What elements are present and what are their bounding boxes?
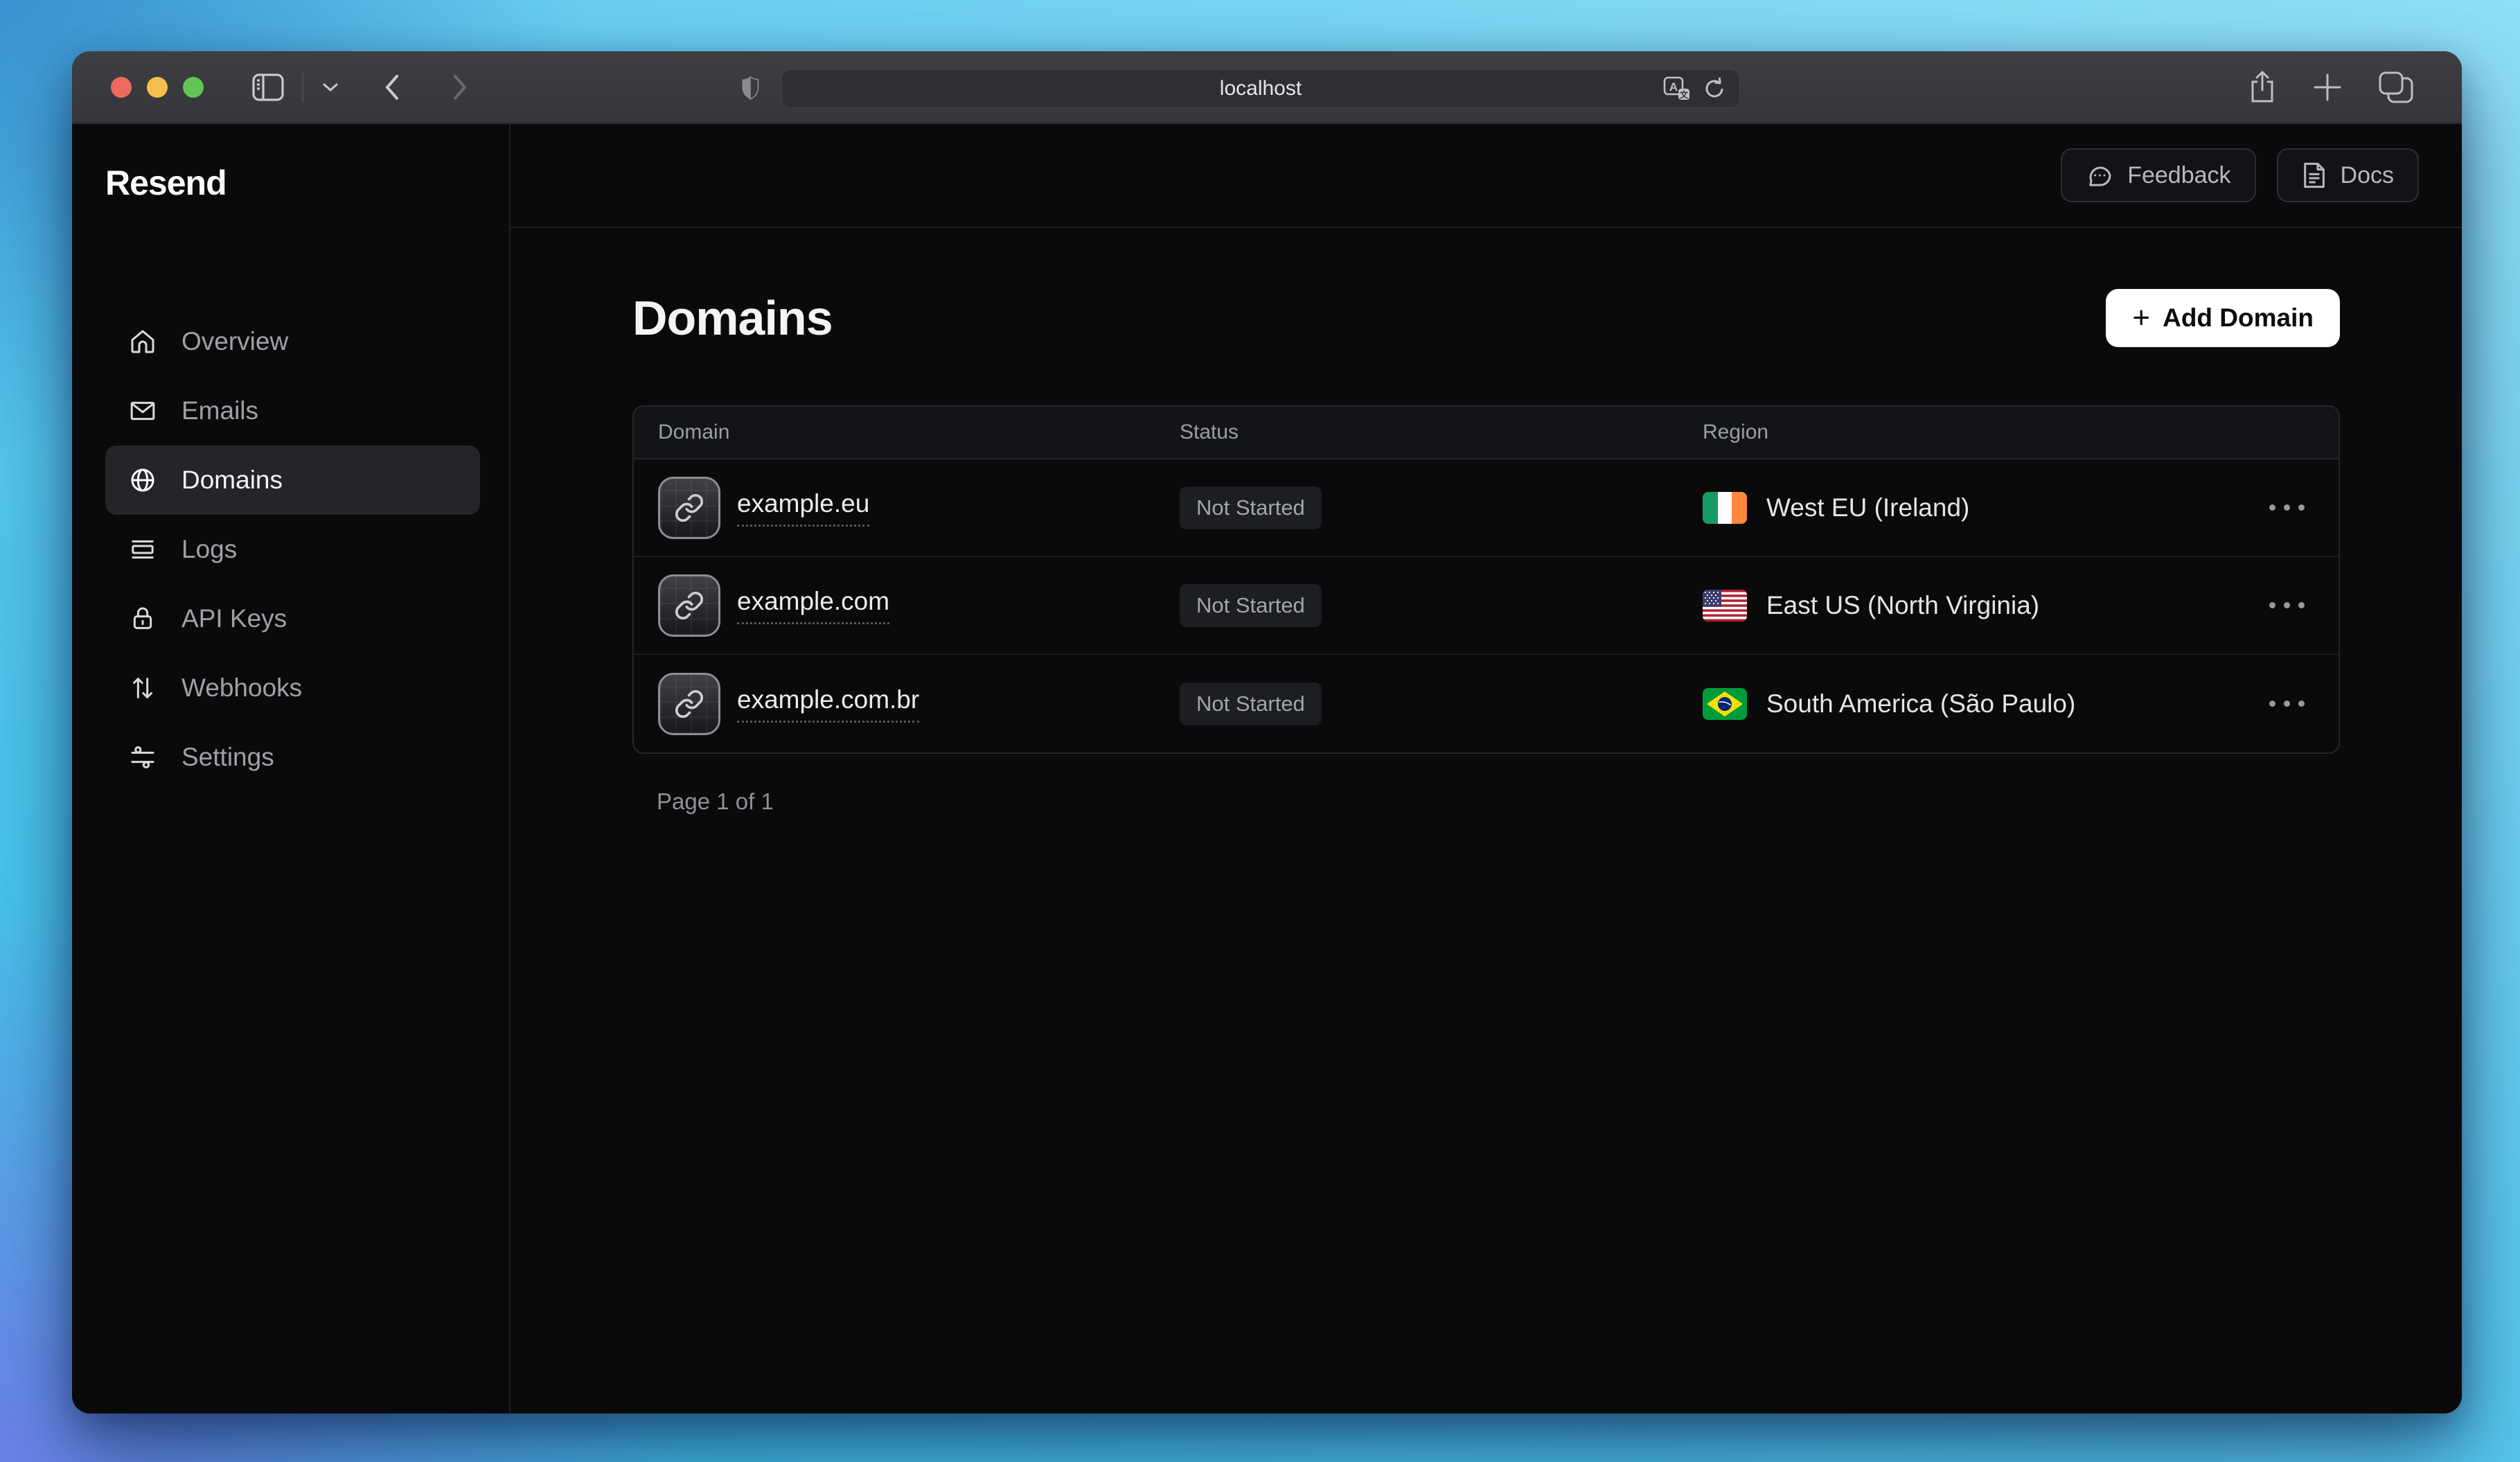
row-actions-button[interactable] — [2235, 504, 2339, 511]
sidebar-item-emails[interactable]: Emails — [105, 376, 480, 446]
table-row: example.com Not Started — [634, 557, 2339, 655]
pagination-label: Page 1 of 1 — [657, 789, 2340, 815]
plus-icon: + — [2132, 303, 2150, 333]
ellipsis-icon — [2269, 602, 2305, 608]
page-title: Domains — [632, 290, 833, 346]
flag-ireland-icon — [1703, 492, 1747, 524]
ellipsis-icon — [2269, 701, 2305, 707]
resend-app: Resend Overview Emails — [72, 124, 2462, 1413]
add-domain-button[interactable]: + Add Domain — [2106, 289, 2340, 347]
logs-icon — [129, 536, 157, 563]
table-header-row: Domain Status Region — [634, 407, 2339, 459]
domains-table: Domain Status Region example.eu Not Star… — [632, 405, 2340, 754]
sidebar-item-logs[interactable]: Logs — [105, 515, 480, 584]
address-bar[interactable]: localhost A 文 — [781, 69, 1740, 108]
row-actions-button[interactable] — [2235, 701, 2339, 707]
sidebar-item-label: API Keys — [181, 604, 287, 633]
column-header-domain: Domain — [658, 421, 1180, 444]
sidebar-item-webhooks[interactable]: Webhooks — [105, 653, 480, 723]
lock-icon — [129, 605, 157, 633]
domain-link[interactable]: example.eu — [737, 489, 869, 527]
tab-overview-icon[interactable] — [2379, 71, 2413, 103]
sidebar-toggle-icon[interactable] — [252, 73, 284, 101]
flag-us-icon — [1703, 590, 1747, 622]
domains-page: Domains + Add Domain Domain Status Regio… — [511, 228, 2462, 815]
zoom-window-button[interactable] — [183, 77, 204, 98]
close-window-button[interactable] — [111, 77, 132, 98]
minimize-window-button[interactable] — [147, 77, 168, 98]
docs-button[interactable]: Docs — [2277, 148, 2419, 202]
document-icon — [2302, 161, 2327, 189]
svg-text:A: A — [1669, 80, 1678, 94]
sidebar-nav: Overview Emails Domains — [105, 307, 480, 792]
main-header: Feedback Docs — [511, 124, 2462, 228]
feedback-bubble-icon — [2086, 161, 2113, 189]
docs-button-label: Docs — [2341, 162, 2394, 189]
forward-button[interactable] — [450, 72, 470, 103]
domain-link[interactable]: example.com.br — [737, 685, 919, 723]
sidebar-item-label: Overview — [181, 327, 288, 356]
traffic-lights — [111, 77, 204, 98]
sidebar-item-label: Logs — [181, 535, 237, 564]
main-area: Feedback Docs Domains + — [511, 124, 2462, 1413]
sidebar-item-overview[interactable]: Overview — [105, 307, 480, 376]
domain-link-tile[interactable] — [658, 574, 720, 637]
row-actions-button[interactable] — [2235, 602, 2339, 608]
sidebar: Resend Overview Emails — [72, 124, 511, 1413]
column-header-region: Region — [1703, 421, 2339, 444]
add-domain-button-label: Add Domain — [2163, 303, 2314, 333]
sidebar-item-label: Webhooks — [181, 673, 302, 703]
browser-toolbar: localhost A 文 — [72, 51, 2462, 124]
table-row: example.eu Not Started West EU (Ireland) — [634, 459, 2339, 557]
home-icon — [129, 328, 157, 355]
arrows-up-down-icon — [129, 674, 157, 702]
sidebar-item-label: Emails — [181, 396, 258, 425]
ellipsis-icon — [2269, 504, 2305, 511]
browser-window: localhost A 文 — [72, 51, 2462, 1413]
sidebar-item-settings[interactable]: Settings — [105, 723, 480, 792]
region-label: West EU (Ireland) — [1766, 493, 1969, 522]
status-badge: Not Started — [1180, 486, 1322, 529]
reload-icon[interactable] — [1702, 76, 1727, 101]
table-row: example.com.br Not Started — [634, 655, 2339, 752]
column-header-status: Status — [1180, 421, 1703, 444]
sidebar-item-label: Domains — [181, 466, 283, 495]
back-button[interactable] — [382, 72, 402, 103]
sidebar-item-api-keys[interactable]: API Keys — [105, 584, 480, 653]
toolbar-divider — [302, 72, 303, 103]
translate-icon[interactable]: A 文 — [1663, 76, 1691, 101]
sidebar-item-domains[interactable]: Domains — [105, 446, 480, 515]
sliders-icon — [129, 743, 157, 771]
new-tab-icon[interactable] — [2312, 72, 2343, 103]
domain-link[interactable]: example.com — [737, 587, 889, 624]
resend-logo: Resend — [105, 163, 480, 203]
feedback-button[interactable]: Feedback — [2061, 148, 2255, 202]
privacy-shield-icon[interactable] — [741, 76, 759, 100]
region-label: East US (North Virginia) — [1766, 591, 2039, 620]
svg-text:文: 文 — [1680, 89, 1689, 100]
status-badge: Not Started — [1180, 584, 1322, 627]
flag-brazil-icon — [1703, 688, 1747, 720]
chevron-down-icon[interactable] — [321, 81, 339, 94]
globe-icon — [129, 466, 157, 494]
share-icon[interactable] — [2248, 71, 2276, 104]
sidebar-item-label: Settings — [181, 743, 274, 772]
region-label: South America (São Paulo) — [1766, 689, 2075, 719]
domain-link-tile[interactable] — [658, 673, 720, 735]
domain-link-tile[interactable] — [658, 477, 720, 539]
address-bar-url: localhost — [1220, 77, 1302, 100]
envelope-icon — [129, 397, 157, 425]
feedback-button-label: Feedback — [2127, 162, 2230, 189]
status-badge: Not Started — [1180, 682, 1322, 725]
